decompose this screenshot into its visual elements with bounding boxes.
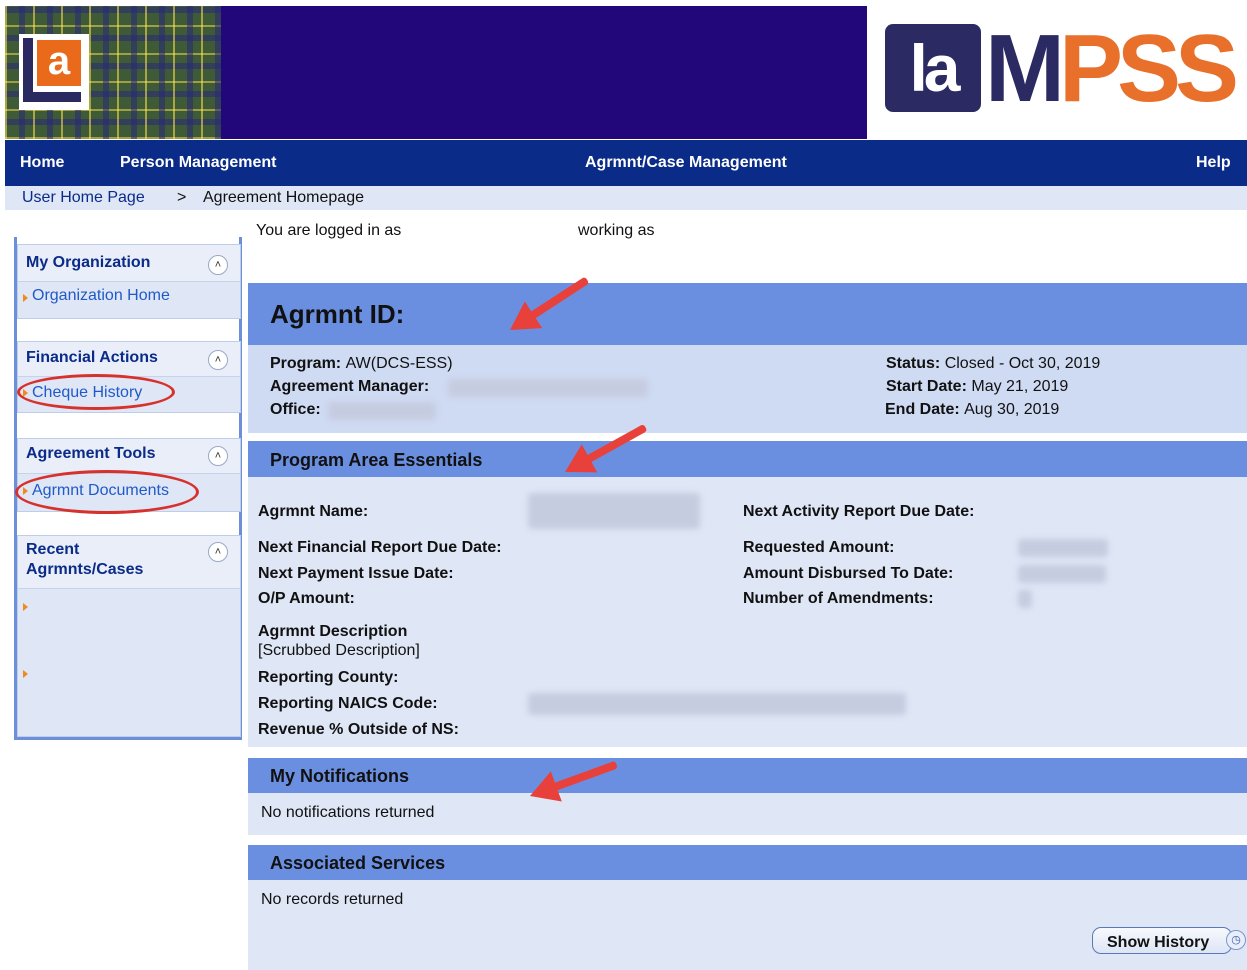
agreement-manager-label: Agreement Manager: [270, 378, 430, 395]
plaid-banner-image: a [5, 6, 221, 139]
panel-title-my-organization: My Organization [26, 254, 151, 271]
program-value: AW(DCS-ESS) [345, 355, 453, 372]
program-area-essentials-header: Program Area Essentials [248, 441, 1247, 477]
working-as-text: working as [578, 222, 655, 239]
logged-in-as-text: You are logged in as [256, 222, 402, 239]
bullet-icon [23, 670, 28, 678]
collapse-icon[interactable]: ˄ [208, 350, 228, 370]
nav-help[interactable]: Help [1196, 154, 1231, 172]
program-area-essentials-title: Program Area Essentials [270, 450, 483, 470]
agrmnt-description-value: [Scrubbed Description] [258, 642, 420, 659]
breadcrumb: User Home Page > Agreement Homepage [5, 186, 1247, 210]
show-history-button[interactable]: Show History [1092, 927, 1232, 954]
agreement-summary: Program: AW(DCS-ESS) Agreement Manager: … [248, 345, 1247, 433]
redacted-requested-amount [1018, 539, 1108, 557]
op-amount-label: O/P Amount: [258, 590, 355, 607]
office-label: Office: [270, 401, 321, 418]
nav-home[interactable]: Home [20, 154, 64, 172]
link-organization-home[interactable]: Organization Home [32, 287, 170, 305]
associated-services-body: No records returned [248, 880, 1247, 970]
breadcrumb-current: Agreement Homepage [203, 189, 364, 206]
bullet-icon [23, 294, 28, 302]
header-banner: a la MPSS [5, 6, 1247, 139]
end-date-value: Aug 30, 2019 [964, 401, 1060, 418]
amount-disbursed-label: Amount Disbursed To Date: [743, 565, 954, 582]
next-financial-label: Next Financial Report Due Date: [258, 539, 502, 556]
lampss-logo: la MPSS [867, 6, 1247, 139]
history-icon: ◷ [1226, 930, 1246, 950]
notifications-empty-text: No notifications returned [261, 804, 435, 821]
redacted-amount-disbursed [1018, 565, 1106, 583]
start-date-label: Start Date: [886, 378, 967, 395]
annotation-oval [17, 374, 175, 410]
nav-person-management[interactable]: Person Management [120, 154, 276, 172]
redacted-agrmnt-name [528, 493, 700, 529]
collapse-icon[interactable]: ˄ [208, 446, 228, 466]
agreement-id-header: Agrmnt ID: [248, 283, 1247, 345]
breadcrumb-user-home[interactable]: User Home Page [22, 186, 145, 210]
agrmnt-description-label: Agrmnt Description [258, 623, 408, 640]
program-area-essentials-body: Agrmnt Name: Next Activity Report Due Da… [248, 477, 1247, 747]
end-date-label: End Date: [885, 401, 960, 418]
redacted-naics [528, 693, 906, 715]
notifications-body: No notifications returned [248, 793, 1247, 835]
next-payment-label: Next Payment Issue Date: [258, 565, 454, 582]
num-amendments-label: Number of Amendments: [743, 590, 934, 607]
nav-agrmnt-case-management[interactable]: Agrmnt/Case Management [585, 154, 787, 172]
notifications-header: My Notifications [248, 758, 1247, 793]
redacted-amendments [1018, 590, 1032, 608]
panel-title-agreement-tools: Agreement Tools [26, 445, 156, 462]
revenue-outside-label: Revenue % Outside of NS: [258, 721, 459, 738]
agreement-id-label: Agrmnt ID: [270, 299, 405, 329]
reporting-county-label: Reporting County: [258, 669, 399, 686]
panel-my-organization: My Organization ˄ Organization Home [17, 244, 241, 319]
panel-recent-agrmnts: Recent Agrmnts/Cases ˄ [17, 535, 241, 737]
la-logo-small: a [19, 34, 89, 110]
panel-title-financial-actions: Financial Actions [26, 349, 158, 366]
associated-services-header: Associated Services [248, 845, 1247, 880]
breadcrumb-separator: > [177, 189, 187, 206]
main-nav: Home Person Management Agrmnt/Case Manag… [5, 140, 1247, 186]
sidebar: My Organization ˄ Organization Home Fina… [14, 237, 242, 740]
reporting-naics-label: Reporting NAICS Code: [258, 695, 438, 712]
status-label: Status: [886, 355, 941, 372]
annotation-oval [15, 470, 199, 514]
redacted-office [328, 402, 436, 420]
collapse-icon[interactable]: ˄ [208, 255, 228, 275]
collapse-icon[interactable]: ˄ [208, 542, 228, 562]
status-value: Closed - Oct 30, 2019 [944, 355, 1101, 372]
redacted-manager [448, 379, 648, 397]
next-activity-label: Next Activity Report Due Date: [743, 503, 975, 520]
program-label: Program: [270, 355, 342, 372]
services-empty-text: No records returned [261, 891, 404, 908]
associated-services-title: Associated Services [270, 853, 446, 873]
agrmnt-name-label: Agrmnt Name: [258, 503, 369, 520]
requested-amount-label: Requested Amount: [743, 539, 895, 556]
start-date-value: May 21, 2019 [971, 378, 1069, 395]
notifications-title: My Notifications [270, 766, 410, 786]
bullet-icon [23, 603, 28, 611]
panel-title-recent-agrmnts: Recent Agrmnts/Cases [26, 541, 144, 578]
